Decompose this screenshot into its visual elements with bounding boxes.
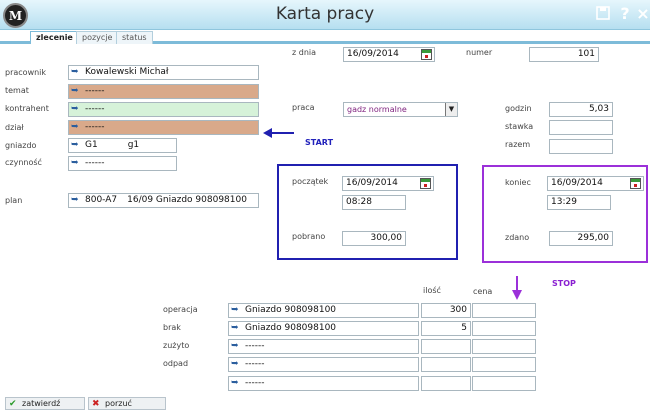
praca-select[interactable]: gadz normalne ▼: [343, 102, 458, 117]
lookup-arrow-icon: ➥: [71, 122, 79, 132]
lookup-arrow-icon: ➥: [71, 140, 79, 150]
cena-column-header: cena: [473, 287, 493, 296]
stawka-field[interactable]: [549, 120, 613, 135]
plan-label: plan: [5, 196, 23, 205]
ops-row-name-field[interactable]: ➥ ------: [228, 357, 419, 372]
close-icon[interactable]: ×: [635, 4, 650, 23]
poczatek-label: początek: [292, 177, 329, 186]
ops-row-cena-field[interactable]: [472, 303, 536, 318]
lookup-arrow-icon: ➥: [231, 323, 239, 333]
numer-field[interactable]: 101: [529, 47, 599, 62]
pobrano-field[interactable]: 300,00: [342, 231, 406, 246]
checkmark-icon: ✔: [9, 399, 17, 409]
poczatek-time-field[interactable]: 08:28: [342, 195, 406, 210]
czynnosc-field[interactable]: ➥ ------: [68, 156, 177, 171]
ops-row-name-field[interactable]: ➥ Gniazdo 908098100: [228, 321, 419, 336]
pracownik-label: pracownik: [5, 68, 47, 77]
start-arrow-icon: [263, 128, 295, 140]
tab-zlecenie[interactable]: zlecenie: [30, 31, 79, 44]
gniazdo-label: gniazdo: [5, 141, 37, 150]
save-icon[interactable]: [595, 4, 611, 22]
stop-arrow-icon: [512, 276, 522, 302]
koniec-time-field[interactable]: 13:29: [547, 195, 611, 210]
poczatek-date-field[interactable]: 16/09/2014: [342, 176, 434, 191]
ops-row-label: brak: [163, 323, 181, 332]
pracownik-field[interactable]: ➥ Kowalewski Michał: [68, 65, 259, 80]
zdano-label: zdano: [505, 233, 530, 242]
razem-label: razem: [505, 140, 531, 149]
praca-label: praca: [292, 103, 315, 112]
ops-row-cena-field[interactable]: [472, 357, 536, 372]
lookup-arrow-icon: ➥: [231, 359, 239, 369]
close-icon: ✖: [92, 399, 100, 409]
ops-row-name-field[interactable]: ➥ Gniazdo 908098100: [228, 303, 419, 318]
start-label: START: [305, 138, 334, 147]
kontrahent-label: kontrahent: [5, 104, 49, 113]
godzin-label: godzin: [505, 104, 532, 113]
ilosc-column-header: ilość: [423, 286, 441, 295]
lookup-arrow-icon: ➥: [71, 86, 79, 96]
kontrahent-field[interactable]: ➥ ------: [68, 102, 259, 117]
stawka-label: stawka: [505, 122, 534, 131]
koniec-label: koniec: [505, 178, 531, 187]
dzial-label: dział: [5, 123, 24, 132]
temat-label: temat: [5, 86, 29, 95]
lookup-arrow-icon: ➥: [231, 305, 239, 315]
godzin-field[interactable]: 5,03: [549, 102, 613, 117]
chevron-down-icon[interactable]: ▼: [445, 103, 457, 116]
lookup-arrow-icon: ➥: [71, 195, 79, 205]
lookup-arrow-icon: ➥: [231, 341, 239, 351]
ops-row-cena-field[interactable]: [472, 339, 536, 354]
ops-row-label: zużyto: [163, 341, 190, 350]
ops-row-ilosc-field[interactable]: [421, 376, 471, 391]
stop-label: STOP: [552, 279, 576, 288]
help-icon[interactable]: ?: [617, 4, 633, 23]
koniec-date-field[interactable]: 16/09/2014: [547, 176, 644, 191]
tab-status[interactable]: status: [116, 31, 153, 44]
window-title: Karta pracy: [275, 4, 375, 24]
lookup-arrow-icon: ➥: [71, 104, 79, 114]
tab-pozycje[interactable]: pozycje: [76, 31, 119, 44]
ops-row-cena-field[interactable]: [472, 321, 536, 336]
zdano-field[interactable]: 295,00: [549, 231, 613, 246]
calendar-icon[interactable]: [630, 178, 641, 189]
approve-button[interactable]: ✔ zatwierdź: [5, 397, 85, 410]
ops-row-label: operacja: [163, 305, 198, 314]
app-logo: M: [3, 3, 28, 28]
ops-row-name-field[interactable]: ➥ ------: [228, 339, 419, 354]
lookup-arrow-icon: ➥: [231, 378, 239, 388]
ops-row-ilosc-field[interactable]: [421, 357, 471, 372]
z-dnia-date-field[interactable]: 16/09/2014: [343, 47, 435, 62]
lookup-arrow-icon: ➥: [71, 158, 79, 168]
razem-field[interactable]: [549, 139, 613, 154]
z-dnia-label: z dnia: [292, 48, 317, 57]
ops-row-ilosc-field[interactable]: [421, 339, 471, 354]
czynnosc-label: czynność: [5, 158, 42, 167]
ops-row-label: odpad: [163, 359, 189, 368]
plan-field[interactable]: ➥ 800-A7 16/09 Gniazdo 908098100: [68, 193, 259, 208]
ops-row-name-field[interactable]: ➥ ------: [228, 376, 419, 391]
pobrano-label: pobrano: [292, 232, 326, 241]
ops-row-cena-field[interactable]: [472, 376, 536, 391]
temat-field[interactable]: ➥ ------: [68, 84, 259, 99]
cancel-button[interactable]: ✖ porzuć: [88, 397, 166, 410]
ops-row-ilosc-field[interactable]: 300: [421, 303, 471, 318]
gniazdo-field[interactable]: ➥ G1 g1: [68, 138, 177, 153]
ops-row-ilosc-field[interactable]: 5: [421, 321, 471, 336]
calendar-icon[interactable]: [421, 49, 432, 60]
lookup-arrow-icon: ➥: [71, 67, 79, 77]
calendar-icon[interactable]: [420, 178, 431, 189]
dzial-field[interactable]: ➥ ------: [68, 120, 259, 135]
numer-label: numer: [466, 48, 493, 57]
